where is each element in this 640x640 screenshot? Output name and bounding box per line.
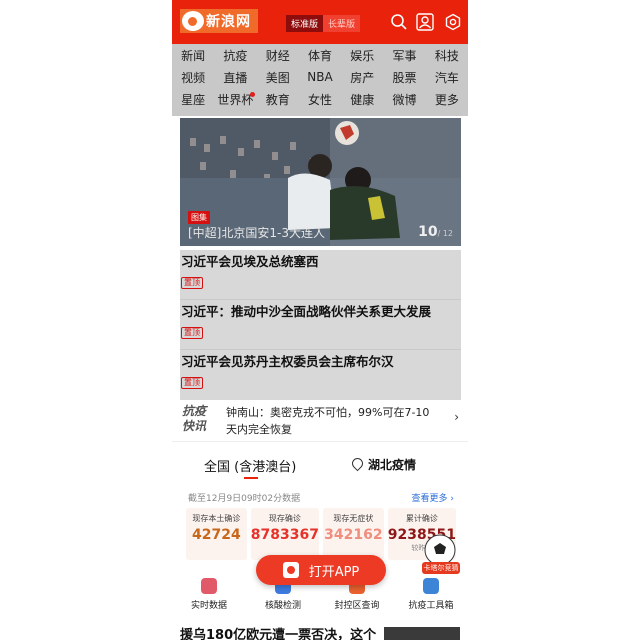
nav-row: 新闻 抗疫 财经 体育 娱乐 军事 科技 bbox=[172, 44, 468, 66]
tab-national[interactable]: 全国 (含港澳台) bbox=[204, 456, 297, 479]
tool-label: 实时数据 bbox=[190, 601, 227, 611]
tab-hubei[interactable]: 湖北疫情 bbox=[349, 455, 417, 473]
nav-row: 视频 直播 美图 NBA 房产 股票 汽车 bbox=[172, 66, 468, 88]
stat-value: 42724 bbox=[192, 527, 241, 543]
epidemic-stats: 现存本土确诊 42724 现存确诊 8783367 现存无症状 342162 累… bbox=[186, 508, 456, 560]
tab-hubei-label: 湖北疫情 bbox=[368, 458, 417, 472]
flash-text: 钟南山：奥密克戎不可怕，99%可在7-10天内完全恢复 bbox=[226, 406, 430, 436]
nav-item-health[interactable]: 健康 bbox=[341, 91, 383, 108]
hero-slideshow[interactable]: 图集 [中超]北京国安1-3大连人 10/ 12 bbox=[180, 118, 461, 246]
tool-realtime-data[interactable]: 实时数据 bbox=[172, 576, 246, 616]
search-icon[interactable] bbox=[390, 13, 408, 31]
open-app-button[interactable]: 打开APP bbox=[256, 555, 386, 585]
stat-value: 342162 bbox=[324, 527, 383, 543]
toolbox-icon bbox=[423, 578, 439, 594]
flash-label-line2: 快讯 bbox=[182, 419, 207, 433]
nav-item-women[interactable]: 女性 bbox=[299, 91, 341, 108]
version-switch: 标准版 长辈版 bbox=[286, 15, 361, 32]
epidemic-tabs: 全国 (含港澳台) 湖北疫情 bbox=[172, 448, 468, 482]
location-pin-icon bbox=[349, 455, 366, 472]
divider bbox=[172, 441, 468, 442]
nav-item-military[interactable]: 军事 bbox=[383, 47, 425, 64]
phone-screen: 新浪网 标准版 长辈版 新闻 抗疫 财经 体育 娱乐 军事 科技 视频 直播 美… bbox=[172, 0, 468, 640]
nav-item-weibo[interactable]: 微博 bbox=[383, 91, 425, 108]
active-tab-underline bbox=[244, 477, 258, 479]
nav-item-tech[interactable]: 科技 bbox=[426, 47, 468, 64]
nav-item-worldcup-label: 世界杯 bbox=[217, 92, 254, 107]
stat-value: 8783367 bbox=[250, 527, 319, 543]
pinned-news-list: 习近平会见埃及总统塞西 置顶 习近平：推动中沙全面战略伙伴关系更大发展 置顶 习… bbox=[180, 250, 461, 400]
nav-item-astrology[interactable]: 星座 bbox=[172, 91, 214, 108]
lungs-icon bbox=[201, 578, 217, 594]
see-more-link[interactable]: 查看更多 › bbox=[412, 491, 454, 504]
nav-item-finance[interactable]: 财经 bbox=[257, 47, 299, 64]
nav-item-more[interactable]: 更多 bbox=[426, 91, 468, 108]
hero-tag: 图集 bbox=[188, 211, 210, 224]
nav-item-live[interactable]: 直播 bbox=[214, 69, 256, 86]
news-title: 习近平会见埃及总统塞西 bbox=[181, 254, 319, 269]
nav-item-news[interactable]: 新闻 bbox=[172, 47, 214, 64]
worldcup-quiz-badge[interactable]: 卡塔尔竞猜 bbox=[418, 530, 464, 576]
nav-item-stocks[interactable]: 股票 bbox=[383, 69, 425, 86]
stat-label: 现存确诊 bbox=[268, 514, 301, 523]
nav-item-nba[interactable]: NBA bbox=[299, 70, 341, 84]
stat-label: 累计确诊 bbox=[405, 514, 438, 523]
channel-nav: 新闻 抗疫 财经 体育 娱乐 军事 科技 视频 直播 美图 NBA 房产 股票 … bbox=[172, 44, 468, 116]
user-icon[interactable] bbox=[416, 13, 434, 31]
stat-card[interactable]: 现存本土确诊 42724 bbox=[186, 508, 247, 560]
nav-item-auto[interactable]: 汽车 bbox=[426, 69, 468, 86]
nav-item-photos[interactable]: 美图 bbox=[257, 69, 299, 86]
stat-card[interactable]: 现存确诊 8783367 bbox=[250, 508, 319, 560]
nav-item-epidemic[interactable]: 抗疫 bbox=[214, 47, 256, 64]
elder-mode-button[interactable]: 长辈版 bbox=[323, 15, 361, 32]
top-header: 新浪网 标准版 长辈版 bbox=[172, 0, 468, 44]
nav-item-education[interactable]: 教育 bbox=[257, 91, 299, 108]
list-item[interactable]: 习近平：推动中沙全面战略伙伴关系更大发展 置顶 bbox=[180, 300, 461, 350]
sina-eye-icon bbox=[182, 11, 204, 31]
nav-row: 星座 世界杯 教育 女性 健康 微博 更多 bbox=[172, 88, 468, 110]
hero-caption[interactable]: [中超]北京国安1-3大连人 bbox=[188, 224, 325, 241]
tab-national-label: 全国 (含港澳台) bbox=[204, 460, 297, 475]
badge-text: 卡塔尔竞猜 bbox=[423, 564, 459, 572]
flash-label: 抗疫 快讯 bbox=[182, 404, 206, 434]
tool-toolbox[interactable]: 抗疫工具箱 bbox=[394, 576, 468, 616]
sina-logo[interactable]: 新浪网 bbox=[180, 9, 258, 33]
hero-page-counter: 10/ 12 bbox=[418, 224, 453, 240]
news-headline[interactable]: 援乌180亿欧元遭一票否决，这个 bbox=[180, 624, 376, 640]
nav-item-entertainment[interactable]: 娱乐 bbox=[341, 47, 383, 64]
epidemic-flash[interactable]: 抗疫 快讯 钟南山：奥密克戎不可怕，99%可在7-10天内完全恢复 › bbox=[180, 398, 461, 438]
news-title: 习近平会见苏丹主权委员会主席布尔汉 bbox=[181, 354, 394, 369]
tool-label: 抗疫工具箱 bbox=[408, 601, 454, 611]
nav-item-video[interactable]: 视频 bbox=[172, 69, 214, 86]
list-item[interactable]: 习近平会见埃及总统塞西 置顶 bbox=[180, 250, 461, 300]
stat-label: 现存无症状 bbox=[333, 514, 374, 523]
standard-mode-button[interactable]: 标准版 bbox=[286, 15, 324, 32]
pinned-badge: 置顶 bbox=[181, 277, 203, 289]
data-timestamp: 截至12月9日09时02分数据 bbox=[188, 494, 301, 504]
sina-app-icon bbox=[282, 562, 299, 578]
tool-label: 核酸检测 bbox=[264, 601, 301, 611]
news-thumbnail[interactable] bbox=[384, 627, 460, 640]
nav-item-sports[interactable]: 体育 bbox=[299, 47, 341, 64]
new-dot-icon bbox=[249, 91, 255, 97]
open-app-label: 打开APP bbox=[308, 564, 360, 580]
hero-page-total: / 12 bbox=[437, 229, 453, 238]
settings-gear-icon[interactable] bbox=[444, 13, 462, 31]
chevron-right-icon: › bbox=[454, 410, 459, 424]
flash-label-line1: 抗疫 bbox=[182, 404, 207, 418]
pinned-badge: 置顶 bbox=[181, 327, 203, 339]
stat-card[interactable]: 现存无症状 342162 bbox=[323, 508, 384, 560]
hero-page-current: 10 bbox=[418, 224, 438, 240]
logo-text: 新浪网 bbox=[206, 14, 251, 30]
pinned-badge: 置顶 bbox=[181, 377, 203, 389]
stat-label: 现存本土确诊 bbox=[192, 514, 241, 523]
tool-label: 封控区查询 bbox=[334, 601, 380, 611]
list-item[interactable]: 习近平会见苏丹主权委员会主席布尔汉 置顶 bbox=[180, 350, 461, 400]
news-title: 习近平：推动中沙全面战略伙伴关系更大发展 bbox=[181, 304, 432, 319]
nav-item-worldcup[interactable]: 世界杯 bbox=[214, 91, 256, 108]
nav-item-realestate[interactable]: 房产 bbox=[341, 69, 383, 86]
